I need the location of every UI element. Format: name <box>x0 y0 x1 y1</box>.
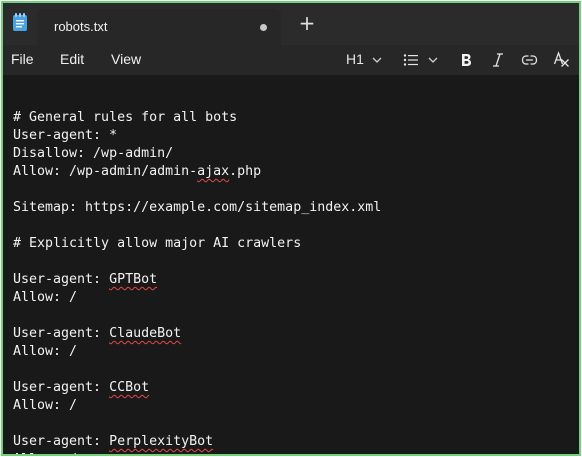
spellcheck-flagged-word: ClaudeBot <box>109 326 182 341</box>
editor-line: Allow: / <box>13 289 77 307</box>
editor-line: User-agent: * <box>13 127 117 145</box>
italic-button[interactable] <box>491 48 507 72</box>
editor-line: Allow: / <box>13 397 77 415</box>
line-text: Disallow: /wp-admin/ <box>13 146 174 161</box>
notepad-window: robots.txt + File Edit View H1 # General… <box>1 1 581 456</box>
line-text: User-agent: * <box>13 128 118 143</box>
spellcheck-flagged-word: ajax <box>197 164 230 179</box>
bold-icon <box>462 54 471 66</box>
editor-line: # General rules for all bots <box>13 109 237 127</box>
link-button[interactable] <box>521 48 539 72</box>
editor-line: Allow: / <box>13 451 77 454</box>
line-text: # Explicitly allow major AI crawlers <box>13 236 302 251</box>
list-icon <box>403 54 418 66</box>
editor-line: User-agent: PerplexityBot <box>13 433 213 451</box>
bold-button[interactable] <box>459 48 475 72</box>
close-tab-dot-icon[interactable] <box>260 24 267 31</box>
editor-line: User-agent: ClaudeBot <box>13 325 181 343</box>
chevron-down-icon <box>372 57 382 63</box>
title-bar: robots.txt + <box>3 3 579 45</box>
editor-line: User-agent: GPTBot <box>13 271 157 289</box>
line-text: Allow: / <box>13 290 78 305</box>
list-dropdown[interactable] <box>403 48 441 72</box>
clear-formatting-button[interactable] <box>553 48 571 72</box>
editor-line: Sitemap: https://example.com/sitemap_ind… <box>13 199 381 217</box>
tab-title: robots.txt <box>54 19 108 34</box>
italic-icon <box>493 53 503 67</box>
chevron-down-icon <box>428 57 438 63</box>
menu-file[interactable]: File <box>11 51 34 67</box>
line-text: User-agent: <box>13 272 110 287</box>
line-text: User-agent: <box>13 326 110 341</box>
text-editor[interactable]: # General rules for all bots User-agent: … <box>3 75 579 454</box>
tab-robots-txt[interactable]: robots.txt <box>37 9 281 45</box>
plus-icon[interactable]: + <box>295 12 319 36</box>
editor-line: Disallow: /wp-admin/ <box>13 145 173 163</box>
line-text: Allow: / <box>13 452 77 454</box>
notepad-icon <box>12 13 28 32</box>
editor-line: User-agent: CCBot <box>13 379 149 397</box>
line-text: Sitemap: https://example.com/sitemap_ind… <box>13 200 382 215</box>
menu-edit[interactable]: Edit <box>60 51 84 67</box>
line-text: User-agent: <box>13 380 110 395</box>
line-text: .php <box>229 164 262 179</box>
menu-bar: File Edit View H1 <box>3 45 579 75</box>
spellcheck-flagged-word: CCBot <box>109 380 150 395</box>
editor-line: Allow: / <box>13 343 77 361</box>
line-text: Allow: /wp-admin/admin- <box>13 164 198 179</box>
menu-view[interactable]: View <box>111 51 141 67</box>
spellcheck-flagged-word: GPTBot <box>109 272 158 287</box>
link-icon <box>521 55 538 65</box>
line-text: User-agent: <box>13 434 110 449</box>
line-text: # General rules for all bots <box>13 110 238 125</box>
editor-line: # Explicitly allow major AI crawlers <box>13 235 301 253</box>
line-text: Allow: / <box>13 344 78 359</box>
line-text: Allow: / <box>13 398 78 413</box>
heading-label: H1 <box>346 51 364 67</box>
clear-formatting-icon <box>553 51 569 67</box>
heading-dropdown[interactable]: H1 <box>346 48 384 72</box>
spellcheck-flagged-word: PerplexityBot <box>109 434 214 449</box>
editor-line: Allow: /wp-admin/admin-ajax.php <box>13 163 261 181</box>
